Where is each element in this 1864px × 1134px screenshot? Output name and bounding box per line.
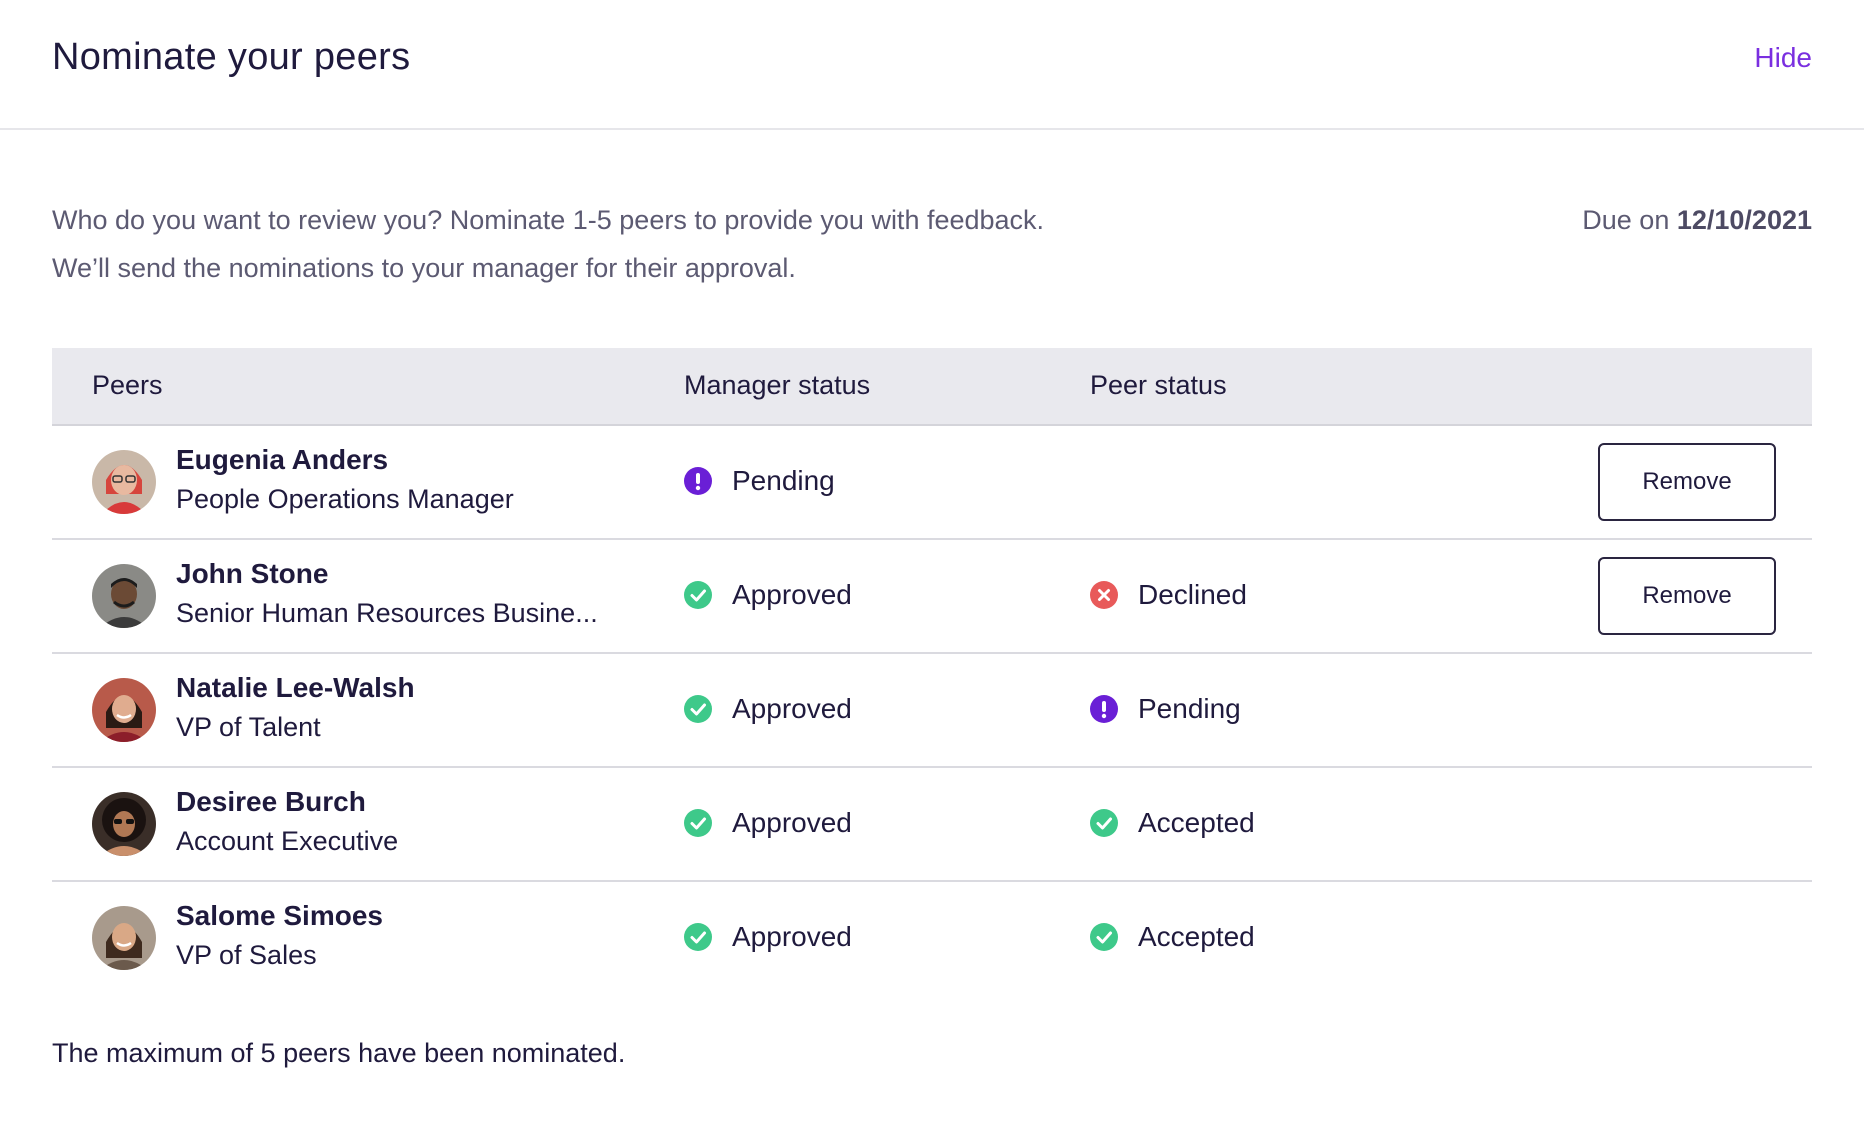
peers-table: Peers Manager status Peer status Eugenia…	[52, 348, 1812, 996]
intro-line-1: Who do you want to review you? Nominate …	[52, 205, 1045, 235]
table-header: Peers Manager status Peer status	[52, 348, 1812, 426]
table-row: Desiree Burch Account Executive Approved…	[52, 768, 1812, 882]
intro-text: Who do you want to review you? Nominate …	[52, 196, 1044, 292]
peer-status: Accepted	[1090, 921, 1255, 953]
column-header-peer-status: Peer status	[1090, 370, 1227, 400]
manager-status: Approved	[684, 693, 852, 725]
manager-status: Approved	[684, 807, 852, 839]
remove-button[interactable]: Remove	[1598, 443, 1776, 521]
exclamation-circle-icon	[684, 467, 712, 495]
peer-role: People Operations Manager	[176, 484, 514, 514]
due-date: 12/10/2021	[1676, 205, 1812, 235]
manager-status: Approved	[684, 921, 852, 953]
peer-name: Desiree Burch	[176, 786, 366, 817]
manager-status: Pending	[684, 465, 835, 497]
table-row: Natalie Lee-Walsh VP of Talent Approved …	[52, 654, 1812, 768]
table-row: John Stone Senior Human Resources Busine…	[52, 540, 1812, 654]
due-prefix: Due on	[1582, 205, 1670, 235]
peer-role: VP of Sales	[176, 940, 317, 970]
peer-status-label: Pending	[1138, 693, 1241, 724]
avatar	[92, 564, 156, 628]
intro-line-2: We’ll send the nominations to your manag…	[52, 253, 796, 283]
peer-name: Salome Simoes	[176, 900, 383, 931]
avatar	[92, 678, 156, 742]
check-circle-icon	[1090, 809, 1118, 837]
peer-name: Natalie Lee-Walsh	[176, 672, 415, 703]
peer-role: Account Executive	[176, 826, 399, 856]
manager-status-label: Approved	[732, 921, 852, 952]
check-circle-icon	[1090, 923, 1118, 951]
peer-status: Pending	[1090, 693, 1241, 725]
exclamation-circle-icon	[1090, 695, 1118, 723]
peer-status: Accepted	[1090, 807, 1255, 839]
page-title: Nominate your peers	[52, 36, 411, 78]
manager-status-label: Pending	[732, 465, 835, 496]
check-circle-icon	[684, 695, 712, 723]
manager-status-label: Approved	[732, 579, 852, 610]
peer-name: Eugenia Anders	[176, 444, 389, 475]
manager-status-label: Approved	[732, 807, 852, 838]
peer-status-label: Accepted	[1138, 807, 1255, 838]
avatar	[92, 450, 156, 514]
hide-link[interactable]: Hide	[1754, 42, 1812, 74]
remove-button[interactable]: Remove	[1598, 557, 1776, 635]
x-circle-icon	[1090, 581, 1118, 609]
table-row: Eugenia Anders People Operations Manager…	[52, 426, 1812, 540]
avatar	[92, 792, 156, 856]
column-header-peers: Peers	[92, 370, 163, 400]
peer-status-label: Accepted	[1138, 921, 1255, 952]
peer-role: Senior Human Resources Busine...	[176, 598, 598, 628]
peer-status: Declined	[1090, 579, 1247, 611]
avatar	[92, 906, 156, 970]
check-circle-icon	[684, 923, 712, 951]
manager-status: Approved	[684, 579, 852, 611]
peer-status-label: Declined	[1138, 579, 1247, 610]
peer-name: John Stone	[176, 558, 329, 589]
due-date-label: Due on 12/10/2021	[1582, 196, 1812, 244]
nomination-limit-note: The maximum of 5 peers have been nominat…	[52, 1038, 626, 1068]
check-circle-icon	[684, 809, 712, 837]
page-header: Nominate your peers Hide	[0, 0, 1864, 130]
column-header-manager-status: Manager status	[684, 370, 871, 400]
peer-role: VP of Talent	[176, 712, 321, 742]
check-circle-icon	[684, 581, 712, 609]
manager-status-label: Approved	[732, 693, 852, 724]
table-row: Salome Simoes VP of Sales Approved Accep…	[52, 882, 1812, 996]
